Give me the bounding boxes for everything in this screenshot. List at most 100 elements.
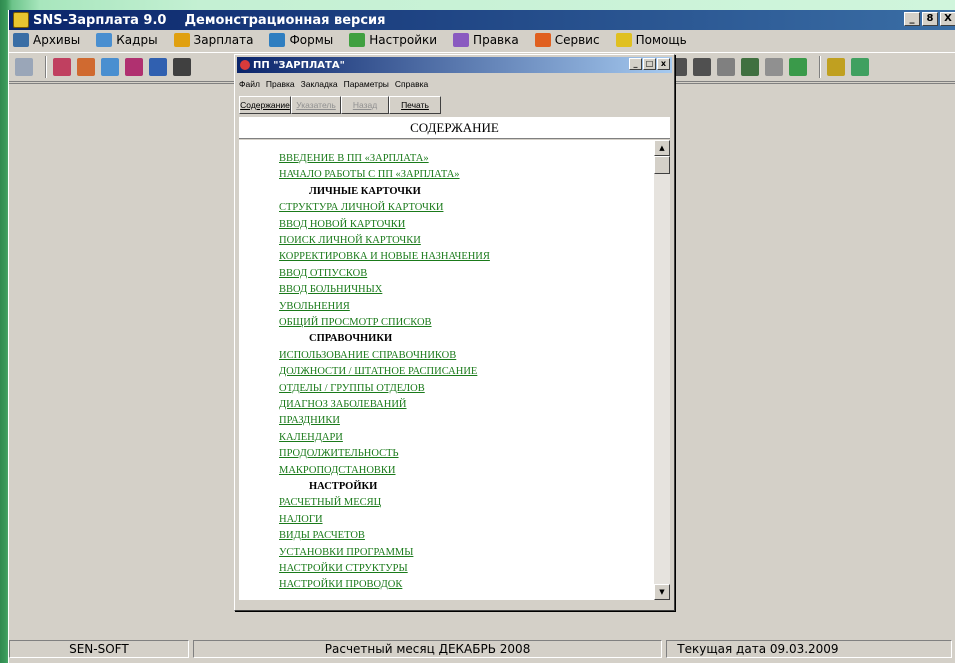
help-maximize-button[interactable]: □ bbox=[643, 58, 656, 70]
toc-link[interactable]: ПРОДОЛЖИТЕЛЬНОСТЬ bbox=[279, 447, 399, 461]
window-controls: _ 8 X bbox=[902, 12, 955, 26]
menu-item-5[interactable]: Правка bbox=[449, 33, 519, 47]
menu-item-2[interactable]: Зарплата bbox=[170, 33, 253, 47]
toc-link[interactable]: ВВОД НОВОЙ КАРТОЧКИ bbox=[279, 218, 405, 232]
help-window: ПП "ЗАРПЛАТА" _ □ x Файл Правка Закладка… bbox=[234, 54, 675, 611]
tool-copy-icon[interactable] bbox=[717, 58, 735, 76]
app-subtitle: Демонстрационная версия bbox=[184, 12, 386, 28]
menu-item-6[interactable]: Сервис bbox=[531, 33, 600, 47]
tool-edit-icon[interactable] bbox=[101, 58, 119, 76]
toc-section-heading: ЛИЧНЫЕ КАРТОЧКИ bbox=[309, 185, 421, 197]
help-menu-bar: Файл Правка Закладка Параметры Справка bbox=[239, 76, 434, 92]
minimize-button[interactable]: _ bbox=[904, 12, 920, 26]
print-button[interactable]: Печать bbox=[389, 96, 441, 114]
toc-link[interactable]: ПРАЗДНИКИ bbox=[279, 414, 340, 428]
help-menu-file[interactable]: Файл bbox=[239, 79, 260, 89]
forms-icon bbox=[269, 33, 286, 47]
toc-section-heading: НАСТРОЙКИ bbox=[309, 481, 378, 492]
menu-item-label: Правка bbox=[473, 33, 519, 47]
menu-item-label: Формы bbox=[289, 33, 334, 47]
tool-table-icon[interactable] bbox=[125, 58, 143, 76]
menu-item-0[interactable]: Архивы bbox=[9, 33, 80, 47]
status-date: Текущая дата 09.03.2009 bbox=[666, 640, 952, 658]
toc-link[interactable]: ДОЛЖНОСТИ / ШТАТНОЕ РАСПИСАНИЕ bbox=[279, 365, 477, 379]
toc-link[interactable]: КАЛЕНДАРИ bbox=[279, 431, 343, 445]
help-window-controls: _ □ x bbox=[628, 58, 670, 70]
menu-item-3[interactable]: Формы bbox=[265, 33, 333, 47]
menu-item-label: Настройки bbox=[369, 33, 438, 47]
toc-link[interactable]: ИСПОЛЬЗОВАНИЕ СПРАВОЧНИКОВ bbox=[279, 349, 456, 363]
tool-print2-icon[interactable] bbox=[693, 58, 711, 76]
menu-item-label: Кадры bbox=[116, 33, 158, 47]
help-title-bar[interactable]: ПП "ЗАРПЛАТА" _ □ x bbox=[237, 57, 672, 73]
service-icon bbox=[534, 33, 551, 47]
toc-link[interactable]: СТРУКТУРА ЛИЧНОЙ КАРТОЧКИ bbox=[279, 201, 443, 215]
menu-item-label: Архивы bbox=[33, 33, 81, 47]
help-icon bbox=[615, 33, 632, 47]
archive-icon bbox=[13, 33, 29, 47]
back-button[interactable]: Назад bbox=[341, 96, 389, 114]
toc-link[interactable]: ВВОД ОТПУСКОВ bbox=[279, 267, 367, 281]
status-company: SEN-SOFT bbox=[9, 640, 189, 658]
title-bar[interactable]: SNS-Зарплата 9.0 Демонстрационная версия… bbox=[9, 10, 955, 30]
menu-item-1[interactable]: Кадры bbox=[92, 33, 158, 47]
tool-help-icon[interactable] bbox=[851, 58, 869, 76]
status-month: Расчетный месяц ДЕКАБРЬ 2008 bbox=[192, 640, 663, 658]
toc-link[interactable]: КОРРЕКТИРОВКА И НОВЫЕ НАЗНАЧЕНИЯ bbox=[279, 250, 490, 264]
toc-link[interactable]: НАСТРОЙКИ СТРУКТУРЫ bbox=[279, 562, 408, 576]
scroll-up-icon[interactable]: ▲ bbox=[654, 140, 670, 156]
tool-paste-icon[interactable] bbox=[741, 58, 759, 76]
help-menu-edit[interactable]: Правка bbox=[266, 79, 295, 89]
help-button-bar: Содержание Указатель Назад Печать bbox=[239, 95, 441, 115]
toc-link[interactable]: ВВОД БОЛЬНИЧНЫХ bbox=[279, 283, 382, 297]
vertical-scrollbar[interactable]: ▲ ▼ bbox=[654, 140, 670, 600]
toc-link[interactable]: НАЧАЛО РАБОТЫ С ПП «ЗАРПЛАТА» bbox=[279, 168, 460, 182]
tool-wrench-icon[interactable] bbox=[827, 58, 845, 76]
menu-item-label: Помощь bbox=[635, 33, 687, 47]
help-contents: ▲ ▼ ВВЕДЕНИЕ В ПП «ЗАРПЛАТА» НАЧАЛО РАБОТ… bbox=[239, 140, 670, 600]
toc-link[interactable]: НАСТРОЙКИ ПРОВОДОК bbox=[279, 578, 402, 592]
toc-link[interactable]: ДИАГНОЗ ЗАБОЛЕВАНИЙ bbox=[279, 398, 407, 412]
tool-globe-icon[interactable] bbox=[789, 58, 807, 76]
scroll-thumb[interactable] bbox=[654, 156, 670, 174]
scroll-down-icon[interactable]: ▼ bbox=[654, 584, 670, 600]
toolbar-separator bbox=[819, 56, 821, 78]
edit-icon bbox=[453, 33, 470, 47]
contents-heading: СОДЕРЖАНИЕ bbox=[239, 117, 670, 139]
help-app-icon bbox=[240, 60, 250, 70]
app-logo-icon bbox=[13, 12, 29, 28]
toc-link[interactable]: ОБЩИЙ ПРОСМОТР СПИСКОВ bbox=[279, 316, 432, 330]
help-menu-bookmark[interactable]: Закладка bbox=[301, 79, 338, 89]
toc-link[interactable]: ВВЕДЕНИЕ В ПП «ЗАРПЛАТА» bbox=[279, 152, 429, 166]
salary-icon bbox=[173, 33, 190, 47]
find-icon[interactable] bbox=[173, 58, 191, 76]
settings-icon bbox=[349, 33, 366, 47]
index-button[interactable]: Указатель bbox=[291, 96, 341, 114]
toc-link[interactable]: УВОЛЬНЕНИЯ bbox=[279, 300, 350, 314]
menu-item-7[interactable]: Помощь bbox=[612, 33, 687, 47]
toc-link[interactable]: ПОИСК ЛИЧНОЙ КАРТОЧКИ bbox=[279, 234, 421, 248]
close-button[interactable]: X bbox=[940, 12, 955, 26]
menu-item-4[interactable]: Настройки bbox=[345, 33, 437, 47]
toc-link[interactable]: НАЛОГИ bbox=[279, 513, 323, 527]
toolbar-separator bbox=[45, 56, 47, 78]
tool-staff-icon[interactable] bbox=[77, 58, 95, 76]
maximize-button[interactable]: 8 bbox=[922, 12, 938, 26]
help-close-button[interactable]: x bbox=[657, 58, 670, 70]
help-menu-help[interactable]: Справка bbox=[395, 79, 428, 89]
toc-section-heading: СПРАВОЧНИКИ bbox=[309, 333, 393, 345]
app-title: SNS-Зарплата 9.0 bbox=[33, 12, 167, 28]
sort-icon[interactable] bbox=[149, 58, 167, 76]
toc-link[interactable]: РАСЧЕТНЫЙ МЕСЯЦ bbox=[279, 496, 381, 510]
toc-link[interactable]: УСТАНОВКИ ПРОГРАММЫ bbox=[279, 546, 413, 560]
tool-gear-icon[interactable] bbox=[15, 58, 33, 76]
toc-link[interactable]: ВИДЫ РАСЧЕТОВ bbox=[279, 529, 365, 543]
toc-link[interactable]: МАКРОПОДСТАНОВКИ bbox=[279, 464, 396, 478]
help-minimize-button[interactable]: _ bbox=[629, 58, 642, 70]
help-menu-options[interactable]: Параметры bbox=[344, 79, 389, 89]
tool-calendar-icon[interactable] bbox=[765, 58, 783, 76]
status-bar: SEN-SOFT Расчетный месяц ДЕКАБРЬ 2008 Те… bbox=[9, 638, 955, 660]
tool-cards-icon[interactable] bbox=[53, 58, 71, 76]
toc-link[interactable]: ОТДЕЛЫ / ГРУППЫ ОТДЕЛОВ bbox=[279, 382, 425, 396]
contents-button[interactable]: Содержание bbox=[239, 96, 291, 114]
